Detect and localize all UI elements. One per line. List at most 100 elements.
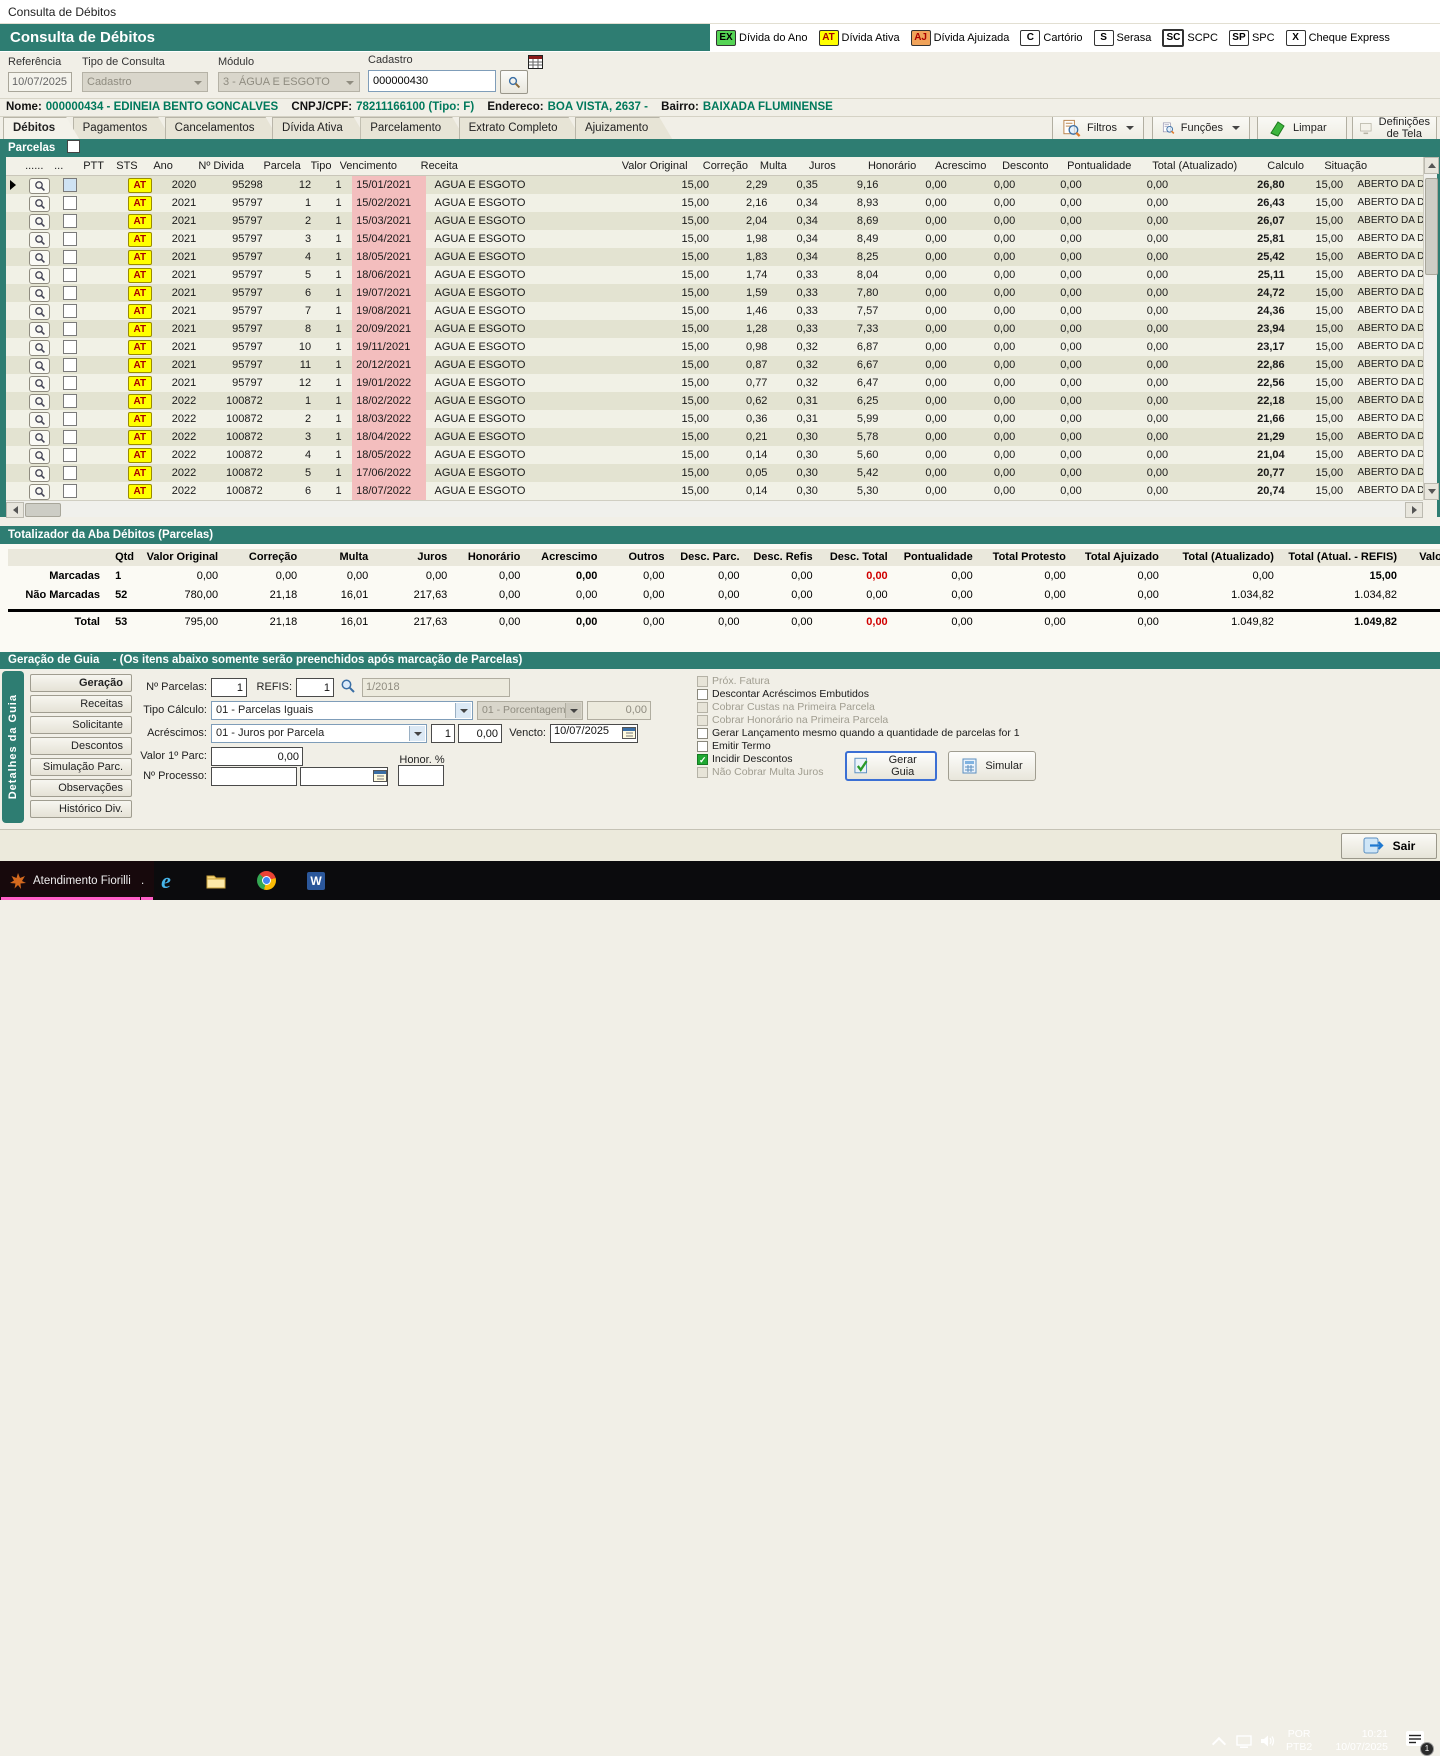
tab[interactable]: Cancelamentos <box>165 117 279 139</box>
table-row[interactable]: AT 2021 95797 2 1 15/03/2021 AGUA E ESGO… <box>6 212 1423 230</box>
vertical-scroll-thumb[interactable] <box>1425 178 1438 275</box>
checkbox[interactable] <box>697 728 708 739</box>
row-magnifier-button[interactable] <box>29 196 50 212</box>
table-row[interactable]: AT 2022 100872 4 1 18/05/2022 AGUA E ESG… <box>6 446 1423 464</box>
table-row[interactable]: AT 2021 95797 12 1 19/01/2022 AGUA E ESG… <box>6 374 1423 392</box>
row-checkbox[interactable] <box>63 232 77 246</box>
simular-button[interactable]: Simular <box>948 751 1036 781</box>
taskbar-clock[interactable]: 10:21 10/07/2025 <box>1322 1728 1388 1754</box>
table-row[interactable]: AT 2021 95797 11 1 20/12/2021 AGUA E ESG… <box>6 356 1423 374</box>
refis-input[interactable] <box>296 678 334 697</box>
scroll-left-button[interactable] <box>6 502 24 518</box>
grid-list-icon[interactable] <box>528 55 543 74</box>
word-icon[interactable]: W <box>296 861 336 900</box>
table-row[interactable]: AT 2021 95797 8 1 20/09/2021 AGUA E ESGO… <box>6 320 1423 338</box>
table-row[interactable]: AT 2021 95797 3 1 15/04/2021 AGUA E ESGO… <box>6 230 1423 248</box>
scroll-right-button[interactable] <box>1405 502 1423 518</box>
row-magnifier-button[interactable] <box>29 394 50 410</box>
table-row[interactable]: AT 2021 95797 7 1 19/08/2021 AGUA E ESGO… <box>6 302 1423 320</box>
taskbar-app[interactable]: Atendimento Fiorilli <box>0 861 141 900</box>
row-checkbox[interactable] <box>63 376 77 390</box>
detalhes-da-guia-tab[interactable]: Detalhes da Guia <box>2 671 24 823</box>
row-checkbox[interactable] <box>63 196 77 210</box>
row-checkbox[interactable] <box>63 250 77 264</box>
calendar-icon[interactable] <box>373 769 387 788</box>
row-magnifier-button[interactable] <box>29 268 50 284</box>
row-checkbox[interactable] <box>63 394 77 408</box>
tab[interactable]: Extrato Completo <box>459 117 582 139</box>
language-indicator[interactable]: POR PTB2 <box>1286 1728 1312 1754</box>
row-magnifier-button[interactable] <box>29 214 50 230</box>
checkbox[interactable] <box>697 702 708 713</box>
table-row[interactable]: AT 2021 95797 6 1 19/07/2021 AGUA E ESGO… <box>6 284 1423 302</box>
row-magnifier-button[interactable] <box>29 376 50 392</box>
referencia-field[interactable]: 10/07/2025 <box>8 72 72 92</box>
row-checkbox[interactable] <box>63 484 77 498</box>
checkbox[interactable] <box>697 754 708 765</box>
row-magnifier-button[interactable] <box>29 304 50 320</box>
row-checkbox[interactable] <box>63 304 77 318</box>
row-magnifier-button[interactable] <box>29 412 50 428</box>
table-row[interactable]: AT 2021 95797 5 1 18/06/2021 AGUA E ESGO… <box>6 266 1423 284</box>
guia-side-button[interactable]: Observações <box>30 779 132 797</box>
checkbox[interactable] <box>697 715 708 726</box>
acrescimos-valor-input[interactable] <box>458 724 502 743</box>
tray-chevron-up-icon[interactable] <box>1212 1737 1226 1751</box>
table-row[interactable]: AT 2022 100872 5 1 17/06/2022 AGUA E ESG… <box>6 464 1423 482</box>
row-magnifier-button[interactable] <box>29 322 50 338</box>
table-row[interactable]: AT 2021 95797 4 1 18/05/2021 AGUA E ESGO… <box>6 248 1423 266</box>
table-row[interactable]: AT 2022 100872 3 1 18/04/2022 AGUA E ESG… <box>6 428 1423 446</box>
row-checkbox[interactable] <box>63 430 77 444</box>
processo-input-1[interactable] <box>211 767 297 786</box>
row-checkbox[interactable] <box>63 268 77 282</box>
tab[interactable]: Pagamentos <box>73 117 172 139</box>
n-parcelas-input[interactable] <box>211 678 247 697</box>
horizontal-scrollbar[interactable] <box>6 500 1423 517</box>
row-magnifier-button[interactable] <box>29 178 50 194</box>
checkbox[interactable] <box>697 689 708 700</box>
horizontal-scroll-thumb[interactable] <box>25 503 61 517</box>
refis-search-icon[interactable] <box>340 678 356 699</box>
checkbox[interactable] <box>697 676 708 687</box>
row-magnifier-button[interactable] <box>29 286 50 302</box>
sair-button[interactable]: Sair <box>1341 833 1437 859</box>
row-magnifier-button[interactable] <box>29 250 50 266</box>
tab[interactable]: Débitos <box>3 117 79 139</box>
file-explorer-icon[interactable] <box>196 861 236 900</box>
table-row[interactable]: AT 2022 100872 1 1 18/02/2022 AGUA E ESG… <box>6 392 1423 410</box>
row-magnifier-button[interactable] <box>29 340 50 356</box>
table-row[interactable]: AT 2022 100872 2 1 18/03/2022 AGUA E ESG… <box>6 410 1423 428</box>
notification-center-icon[interactable]: 1 <box>1404 1728 1432 1754</box>
guia-side-button[interactable]: Receitas <box>30 695 132 713</box>
speaker-icon[interactable] <box>1260 1734 1276 1753</box>
gerar-guia-button[interactable]: Gerar Guia <box>845 751 937 781</box>
acrescimos-num-input[interactable] <box>431 724 455 743</box>
scroll-up-button[interactable] <box>1424 157 1439 174</box>
acrescimos-select[interactable]: 01 - Juros por Parcela <box>211 724 427 743</box>
checkbox[interactable] <box>697 767 708 778</box>
guia-side-button[interactable]: Solicitante <box>30 716 132 734</box>
tipo-calculo-select[interactable]: 01 - Parcelas Iguais <box>211 701 473 720</box>
honor-input[interactable] <box>398 765 444 786</box>
tab[interactable]: Parcelamento <box>360 117 465 139</box>
vertical-scrollbar[interactable] <box>1423 157 1437 500</box>
row-checkbox[interactable] <box>63 214 77 228</box>
table-row[interactable]: AT 2021 95797 1 1 15/02/2021 AGUA E ESGO… <box>6 194 1423 212</box>
checkbox[interactable] <box>697 741 708 752</box>
row-magnifier-button[interactable] <box>29 430 50 446</box>
row-magnifier-button[interactable] <box>29 484 50 500</box>
calendar-icon[interactable] <box>622 726 636 745</box>
guia-side-button[interactable]: Geração <box>30 674 132 692</box>
table-row[interactable]: AT 2020 95298 12 1 15/01/2021 AGUA E ESG… <box>6 176 1423 194</box>
cadastro-input[interactable] <box>368 70 496 92</box>
tab[interactable]: Dívida Ativa <box>272 117 367 139</box>
row-magnifier-button[interactable] <box>29 232 50 248</box>
scroll-down-button[interactable] <box>1424 483 1439 500</box>
tab[interactable]: Ajuizamento <box>575 117 672 139</box>
cadastro-search-button[interactable] <box>500 70 528 94</box>
row-magnifier-button[interactable] <box>29 466 50 482</box>
network-icon[interactable] <box>1236 1735 1252 1753</box>
row-checkbox[interactable] <box>63 322 77 336</box>
valor1-input[interactable] <box>211 747 303 766</box>
row-checkbox[interactable] <box>63 466 77 480</box>
